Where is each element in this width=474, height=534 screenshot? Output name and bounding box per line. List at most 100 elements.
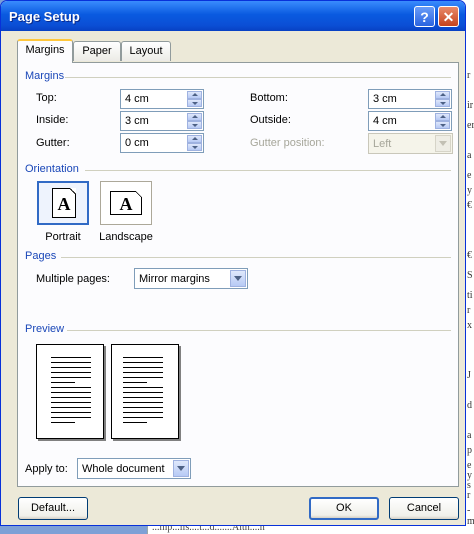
preview-text-line: [123, 382, 147, 383]
spinner[interactable]: [187, 91, 202, 107]
tab-label: Margins: [25, 44, 65, 56]
background-doc-fragment: r: [467, 490, 471, 501]
gutter-position-select[interactable]: Left: [368, 133, 453, 154]
cancel-button-label: Cancel: [406, 502, 442, 514]
preview-text-line: [123, 377, 163, 378]
outside-margin-value: 4 cm: [373, 115, 397, 127]
background-doc-fragment: y: [467, 185, 472, 196]
preview-text-line: [123, 387, 163, 388]
preview-text-line: [51, 397, 91, 398]
preview-text-line: [123, 372, 163, 373]
background-doc-fragment: x: [467, 320, 472, 331]
close-button[interactable]: ✕: [438, 6, 459, 27]
preview-text-line: [51, 377, 91, 378]
portrait-button[interactable]: A: [37, 181, 89, 225]
background-doc-fragment: d: [467, 400, 472, 411]
background-doc-fragment: ir: [467, 100, 474, 111]
landscape-page-icon: A: [110, 191, 142, 215]
background-doc-fragment: p: [467, 445, 472, 456]
bottom-margin-value: 3 cm: [373, 93, 397, 105]
landscape-glyph: A: [119, 194, 133, 214]
pages-group-header: Pages: [25, 250, 57, 262]
preview-text-line: [123, 392, 163, 393]
inside-label: Inside:: [36, 114, 69, 126]
ok-button-label: OK: [336, 502, 352, 514]
background-doc-fragment: J: [467, 370, 471, 381]
background-doc-fragment: a: [467, 430, 472, 441]
preview-text-line: [123, 362, 163, 363]
outside-label: Outside:: [250, 114, 291, 126]
inside-margin-field[interactable]: 3 cm: [120, 111, 204, 131]
preview-text-line: [51, 387, 91, 388]
apply-to-select[interactable]: Whole document: [77, 458, 191, 479]
tab-label: Layout: [129, 45, 163, 57]
group-divider: [67, 330, 451, 331]
spin-up-icon[interactable]: [187, 135, 202, 143]
preview-text-line: [51, 412, 91, 413]
preview-text-line: [123, 397, 163, 398]
spin-down-icon[interactable]: [187, 121, 202, 129]
spin-up-icon[interactable]: [435, 113, 450, 121]
preview-right-page: [111, 344, 179, 439]
preview-text-line: [123, 417, 163, 418]
tab-margins[interactable]: Margins: [17, 39, 73, 63]
spin-up-icon[interactable]: [187, 91, 202, 99]
preview-text-line: [51, 422, 75, 423]
spin-up-icon[interactable]: [187, 113, 202, 121]
spinner[interactable]: [435, 113, 450, 129]
spin-down-icon[interactable]: [435, 99, 450, 107]
spinner[interactable]: [187, 135, 202, 151]
background-doc-fragment: -mm: [467, 505, 474, 527]
spinner[interactable]: [187, 113, 202, 129]
landscape-button[interactable]: A: [100, 181, 152, 225]
margins-group-header: Margins: [25, 70, 65, 82]
title-bar[interactable]: Page Setup ? ✕: [1, 1, 465, 31]
preview-text-line: [51, 357, 91, 358]
multiple-pages-value: Mirror margins: [139, 273, 210, 285]
bottom-label: Bottom:: [250, 92, 288, 104]
inside-margin-value: 3 cm: [125, 115, 149, 127]
background-doc-fragment: a: [467, 150, 472, 161]
cancel-button[interactable]: Cancel: [389, 497, 459, 520]
group-divider: [85, 170, 451, 171]
help-button[interactable]: ?: [414, 6, 435, 27]
portrait-label: Portrait: [45, 231, 81, 243]
preview-text-line: [123, 402, 163, 403]
tab-paper[interactable]: Paper: [73, 41, 121, 61]
spinner[interactable]: [435, 91, 450, 107]
default-button-label: Default...: [30, 502, 76, 514]
tab-layout[interactable]: Layout: [121, 41, 171, 61]
multiple-pages-label: Multiple pages:: [36, 273, 110, 285]
spin-down-icon[interactable]: [435, 121, 450, 129]
page-setup-dialog: Page Setup ? ✕ Margins Paper Layout Marg…: [0, 0, 466, 526]
preview-text-line: [51, 367, 91, 368]
gutter-label: Gutter:: [36, 137, 70, 149]
background-doc-fragment: ti: [467, 290, 473, 301]
preview-text-line: [51, 402, 91, 403]
chevron-down-icon[interactable]: [435, 135, 451, 152]
spin-down-icon[interactable]: [187, 99, 202, 107]
bottom-margin-field[interactable]: 3 cm: [368, 89, 452, 109]
background-doc-fragment: er: [467, 120, 474, 131]
background-doc-fragment: €: [467, 200, 472, 211]
chevron-down-icon[interactable]: [173, 460, 189, 477]
spin-up-icon[interactable]: [435, 91, 450, 99]
preview-text-line: [51, 382, 75, 383]
gutter-field[interactable]: 0 cm: [120, 133, 204, 153]
preview-text-line: [51, 362, 91, 363]
preview-text-line: [123, 422, 147, 423]
multiple-pages-select[interactable]: Mirror margins: [134, 268, 248, 289]
chevron-down-icon[interactable]: [230, 270, 246, 287]
outside-margin-field[interactable]: 4 cm: [368, 111, 452, 131]
preview-text-line: [51, 372, 91, 373]
portrait-glyph: A: [57, 194, 71, 214]
preview-text-line: [51, 392, 91, 393]
ok-button[interactable]: OK: [309, 497, 379, 520]
top-margin-field[interactable]: 4 cm: [120, 89, 204, 109]
gutter-position-value: Left: [373, 138, 392, 150]
spin-down-icon[interactable]: [187, 143, 202, 151]
top-margin-value: 4 cm: [125, 93, 149, 105]
gutter-position-label: Gutter position:: [250, 137, 325, 149]
window-title: Page Setup: [9, 9, 80, 24]
default-button[interactable]: Default...: [18, 497, 88, 520]
